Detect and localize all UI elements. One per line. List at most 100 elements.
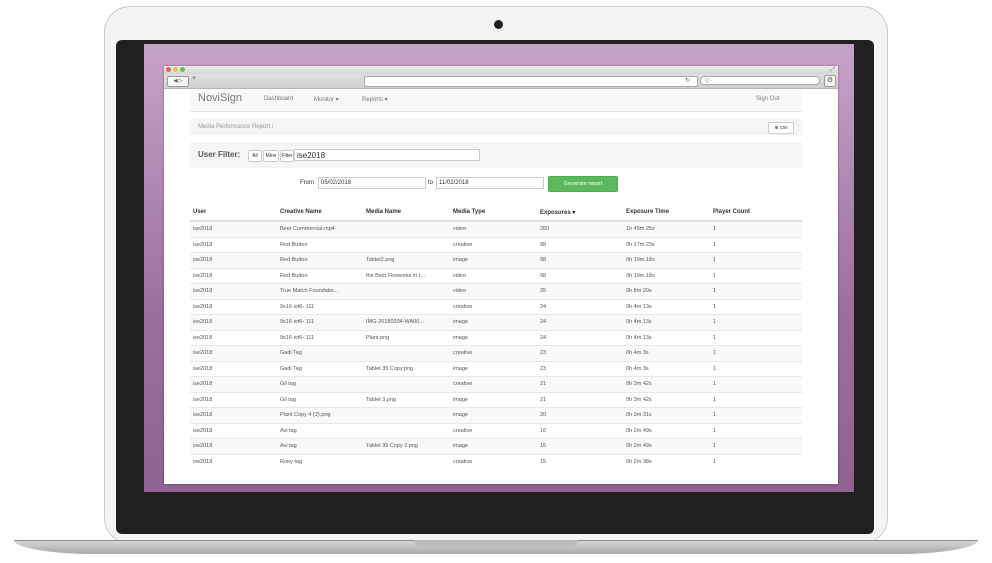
cell-player-count: 1 xyxy=(713,257,717,263)
user-filter-panel: User Filter: All Mine Filter ise2018 xyxy=(190,142,802,168)
nav-monitor[interactable]: Monitor ▾ xyxy=(314,96,339,103)
table-row[interactable]: ise2018 True Match Foundatio... video 25 0h … xyxy=(190,283,802,299)
cell-exposure-time: 1h 45m 25s xyxy=(626,226,655,232)
cell-media-name: Tablet 35 Copy.png xyxy=(366,365,413,372)
cell-exposure-time: 0h 4m 3s xyxy=(626,350,649,356)
cell-creative-name: Avi tag xyxy=(280,427,297,434)
search-field[interactable]: Q~ xyxy=(700,76,820,85)
cell-exposures: 98 xyxy=(540,257,547,263)
cell-exposure-time: 0h 3m 42s xyxy=(626,381,652,387)
table-row[interactable]: ise2018 Gadi Tag Tablet 35 Copy.png image 23… xyxy=(190,360,802,377)
zoom-window-icon[interactable] xyxy=(180,67,185,72)
fullscreen-icon[interactable]: ⤢ xyxy=(830,66,835,74)
browser-toolbar: ◀ ▷ + ↻ Q~ ⚙ xyxy=(164,74,838,89)
brand-logo[interactable]: NoviSign xyxy=(198,92,242,104)
cell-exposure-time: 0h 2m 49s xyxy=(626,443,652,449)
cell-exposure-time: 0h 8m 20s xyxy=(626,288,652,294)
title-bar: ⤢ xyxy=(164,66,838,74)
table-row[interactable]: ise2018 Gil tag Tablet 3.png image 21 0h 3m 4… xyxy=(190,391,802,408)
cell-exposures: 24 xyxy=(540,319,547,325)
back-forward-button[interactable]: ◀ ▷ xyxy=(167,76,189,87)
nav-dashboard[interactable]: Dashboard xyxy=(264,96,293,102)
cell-media-type: creative xyxy=(453,350,473,356)
table-row[interactable]: ise2018 Gil tag creative 21 0h 3m 42s 1 xyxy=(190,376,802,392)
to-date-input[interactable]: 11/02/2018 xyxy=(436,177,544,189)
cell-media-type: creative xyxy=(453,458,473,465)
table-row[interactable]: ise2018 Avi tag creative 16 0h 2m 49s 1 xyxy=(190,422,802,439)
minimize-window-icon[interactable] xyxy=(173,67,178,72)
cell-exposure-time: 0h 3m 31s xyxy=(626,412,652,418)
cell-creative-name: True Match Foundatio... xyxy=(280,288,339,294)
close-window-icon[interactable] xyxy=(166,67,171,72)
table-row[interactable]: ise2018 Avi tag Tablet 35 Copy 2.png image 1… xyxy=(190,438,802,454)
col-header-media-name[interactable]: Media Name xyxy=(366,209,401,215)
cell-creative-name: Gadi Tag xyxy=(280,365,302,372)
col-header-exposure-time[interactable]: Exposure Time xyxy=(626,209,669,215)
cell-media-type: image xyxy=(453,334,468,341)
cell-player-count: 1 xyxy=(713,427,717,434)
cell-creative-name: Red Button xyxy=(280,241,308,248)
reload-icon[interactable]: ↻ xyxy=(685,77,690,86)
cell-user: ise2018 xyxy=(193,443,213,449)
cell-creative-name: 9x16 iot6- 111 xyxy=(280,319,315,325)
col-header-creative-name[interactable]: Creative Name xyxy=(280,209,322,215)
table-row[interactable]: ise2018 Red Button creative 98 0h 17m 23s 1 xyxy=(190,236,802,253)
table-row[interactable]: ise2018 Gadi Tag creative 23 0h 4m 3s 1 xyxy=(190,345,802,361)
table-row[interactable]: ise2018 Red Button Tablet2.png image 98 0h 19… xyxy=(190,252,802,268)
table-row[interactable]: ise2018 Red Button the Best Fireworks in t… xyxy=(190,267,802,284)
user-filter-input[interactable]: ise2018 xyxy=(294,149,480,161)
web-page: NoviSign Dashboard Monitor ▾ Reports ▾ S… xyxy=(164,89,838,484)
cell-media-type: creative xyxy=(453,303,473,310)
cell-player-count: 1 xyxy=(713,412,717,418)
table-row[interactable]: ise2018 Roey tag creative 15 0h 2m 38s 1 xyxy=(190,453,802,470)
gear-icon[interactable]: ⚙ xyxy=(824,75,836,87)
nav-reports[interactable]: Reports ▾ xyxy=(362,96,388,103)
new-tab-button[interactable]: + xyxy=(192,75,196,82)
cell-player-count: 1 xyxy=(713,396,717,403)
from-date-input[interactable]: 05/02/2018 xyxy=(318,177,426,189)
cell-creative-name: Roey tag xyxy=(280,458,303,465)
cell-player-count: 1 xyxy=(713,334,717,341)
sign-out-link[interactable]: Sign Out xyxy=(756,96,779,102)
cell-player-count: 1 xyxy=(713,443,717,449)
cell-creative-name: Gil tag xyxy=(280,396,296,403)
webcam-icon xyxy=(494,20,503,29)
cell-exposures: 16 xyxy=(540,427,547,434)
csv-export-button[interactable]: ⊕ csv xyxy=(768,122,794,134)
cell-exposures: 23 xyxy=(540,365,547,372)
base-notch xyxy=(414,540,578,546)
cell-user: ise2018 xyxy=(193,303,213,310)
cell-exposure-time: 0h 3m 42s xyxy=(626,396,652,403)
table-row[interactable]: ise2018 Plant Copy 4 (2).png image 20 0h 3m … xyxy=(190,407,802,423)
cell-user: ise2018 xyxy=(193,272,213,279)
cell-media-type: creative xyxy=(453,427,473,434)
col-header-player-count[interactable]: Player Count xyxy=(713,209,750,215)
table-row[interactable]: ise2018 9x16 iot6- 111 creative 24 0h 4m 13s… xyxy=(190,298,802,315)
cell-player-count: 1 xyxy=(713,319,717,325)
filter-filter-button[interactable]: Filter xyxy=(280,150,294,162)
breadcrumb-title[interactable]: Media Performance Report / xyxy=(198,124,273,130)
cell-exposure-time: 0h 19m 18s xyxy=(626,272,655,279)
col-header-exposures[interactable]: Exposures ▾ xyxy=(540,209,575,216)
table-row[interactable]: ise2018 Beer Commercial.mp4 video 260 1h 45m… xyxy=(190,221,802,237)
cell-user: ise2018 xyxy=(193,226,213,232)
filter-all-button[interactable]: All xyxy=(248,150,262,162)
screen: ⤢ ◀ ▷ + ↻ Q~ ⚙ NoviSign Dashboard Monito… xyxy=(144,44,854,492)
cell-creative-name: 9x16 iot6- 111 xyxy=(280,303,315,310)
cell-exposure-time: 0h 4m 13s xyxy=(626,319,652,325)
filter-mine-button[interactable]: Mine xyxy=(263,150,279,162)
table-row[interactable]: ise2018 9x16 iot6- 111 Plant.png image 24 0h … xyxy=(190,329,802,346)
cell-exposures: 21 xyxy=(540,381,547,387)
cell-exposures: 15 xyxy=(540,458,547,465)
generate-report-button[interactable]: Generate report xyxy=(548,176,618,192)
table-header: User Creative Name Media Name Media Type… xyxy=(190,204,802,221)
col-header-media-type[interactable]: Media Type xyxy=(453,209,485,215)
cell-media-type: image xyxy=(453,412,468,418)
address-bar[interactable]: ↻ xyxy=(364,76,698,87)
cell-exposures: 25 xyxy=(540,288,547,294)
col-header-user[interactable]: User xyxy=(193,209,206,215)
table-row[interactable]: ise2018 9x16 iot6- 111 IMG-20180204-WA00..… xyxy=(190,314,802,330)
cell-player-count: 1 xyxy=(713,288,717,294)
cell-exposures: 98 xyxy=(540,241,547,248)
cell-player-count: 1 xyxy=(713,458,717,465)
